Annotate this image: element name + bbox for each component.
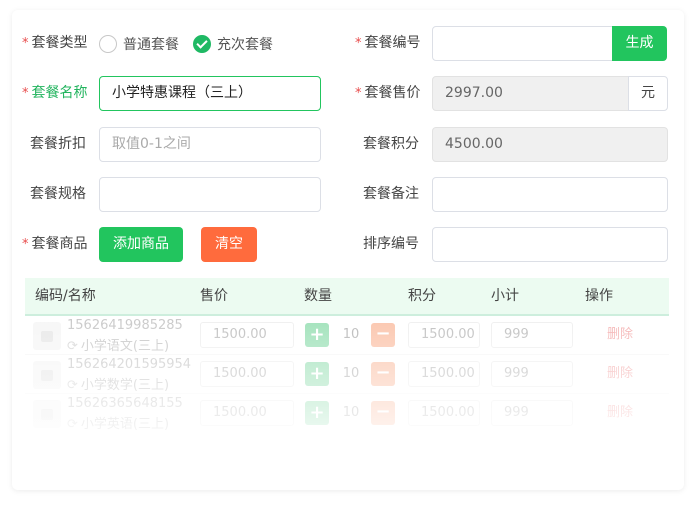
table-row: 15626365648155 ⟳ 小学英语(三上) 1500.00 + 10 − … bbox=[25, 394, 669, 430]
increase-button[interactable]: + bbox=[305, 362, 329, 386]
product-code: 15626419985285 bbox=[67, 318, 183, 333]
package-name-input[interactable]: 小学特惠课程（三上） bbox=[99, 76, 321, 111]
increase-button[interactable]: + bbox=[305, 401, 329, 425]
package-name-label: * 套餐名称 bbox=[22, 85, 88, 101]
product-image-icon bbox=[33, 400, 61, 428]
package-type-label: * 套餐类型 bbox=[22, 35, 88, 51]
subtotal-input[interactable]: 999 bbox=[491, 400, 573, 426]
sort-number-input[interactable] bbox=[432, 227, 668, 262]
package-spec-input[interactable] bbox=[99, 177, 321, 212]
quantity-value[interactable]: 10 bbox=[336, 362, 366, 386]
table-header: 编码/名称 售价 数量 积分 小计 操作 bbox=[25, 278, 669, 316]
radio-recharge-package[interactable]: 充次套餐 bbox=[193, 33, 273, 55]
subtotal-input[interactable]: 999 bbox=[491, 361, 573, 387]
product-code: 15626365648155 bbox=[67, 396, 183, 411]
generate-code-button[interactable]: 生成 bbox=[612, 26, 667, 61]
decrease-button[interactable]: − bbox=[371, 362, 395, 386]
header-subtotal: 小计 bbox=[491, 288, 519, 304]
package-price-input[interactable]: 2997.00 bbox=[432, 76, 629, 111]
table-row: 15626420159595​4 ⟳ 小学数学(三上) 1500.00 + 10 … bbox=[25, 355, 669, 394]
refresh-icon: ⟳ bbox=[67, 339, 78, 354]
header-code-name: 编码/名称 bbox=[35, 288, 96, 304]
package-discount-label: 套餐折扣 bbox=[30, 136, 86, 152]
subtotal-input[interactable]: 999 bbox=[491, 322, 573, 348]
header-price: 售价 bbox=[200, 288, 228, 304]
sort-number-label: 排序编号 bbox=[363, 236, 419, 252]
price-input[interactable]: 1500.00 bbox=[200, 400, 294, 426]
delete-link[interactable]: 删除 bbox=[607, 363, 633, 385]
radio-normal-package[interactable]: 普通套餐 bbox=[99, 33, 179, 55]
goods-table: 编码/名称 售价 数量 积分 小计 操作 15626419985285 ⟳ 小学语… bbox=[25, 278, 669, 430]
product-name: ⟳ 小学语文(三上) bbox=[67, 339, 170, 354]
clear-goods-button[interactable]: 清空 bbox=[201, 227, 257, 262]
package-code-label: * 套餐编号 bbox=[355, 35, 421, 51]
package-remark-input[interactable] bbox=[432, 177, 668, 212]
refresh-icon: ⟳ bbox=[67, 378, 78, 393]
header-points: 积分 bbox=[408, 288, 436, 304]
package-price-label: * 套餐售价 bbox=[355, 85, 421, 101]
product-code: 15626420159595​4 bbox=[67, 357, 192, 372]
package-points-input[interactable]: 4500.00 bbox=[432, 127, 668, 162]
points-input[interactable]: 1500.00 bbox=[408, 322, 480, 348]
delete-link[interactable]: 删除 bbox=[607, 402, 633, 424]
product-image-icon bbox=[33, 361, 61, 389]
header-quantity: 数量 bbox=[304, 288, 332, 304]
decrease-button[interactable]: − bbox=[371, 323, 395, 347]
delete-link[interactable]: 删除 bbox=[607, 324, 633, 346]
quantity-value[interactable]: 10 bbox=[336, 323, 366, 347]
refresh-icon: ⟳ bbox=[67, 417, 78, 430]
package-remark-label: 套餐备注 bbox=[363, 186, 419, 202]
package-code-input[interactable] bbox=[432, 26, 614, 61]
decrease-button[interactable]: − bbox=[371, 401, 395, 425]
header-actions: 操作 bbox=[585, 288, 613, 304]
price-input[interactable]: 1500.00 bbox=[200, 361, 294, 387]
price-unit-addon: 元 bbox=[628, 76, 668, 111]
package-points-label: 套餐积分 bbox=[363, 136, 419, 152]
package-goods-label: * 套餐商品 bbox=[22, 236, 88, 252]
points-input[interactable]: 1500.00 bbox=[408, 400, 480, 426]
product-image-icon bbox=[33, 322, 61, 350]
points-input[interactable]: 1500.00 bbox=[408, 361, 480, 387]
package-discount-input[interactable]: 取值0-1之间 bbox=[99, 127, 321, 162]
product-name: ⟳ 小学数学(三上) bbox=[67, 378, 170, 393]
add-goods-button[interactable]: 添加商品 bbox=[99, 227, 183, 262]
table-row: 15626419985285 ⟳ 小学语文(三上) 1500.00 + 10 − … bbox=[25, 316, 669, 355]
radio-unchecked-icon bbox=[99, 35, 117, 53]
package-spec-label: 套餐规格 bbox=[30, 186, 86, 202]
increase-button[interactable]: + bbox=[305, 323, 329, 347]
price-input[interactable]: 1500.00 bbox=[200, 322, 294, 348]
product-name: ⟳ 小学英语(三上) bbox=[67, 417, 170, 430]
radio-checked-icon bbox=[193, 35, 211, 53]
quantity-value[interactable]: 10 bbox=[336, 401, 366, 425]
